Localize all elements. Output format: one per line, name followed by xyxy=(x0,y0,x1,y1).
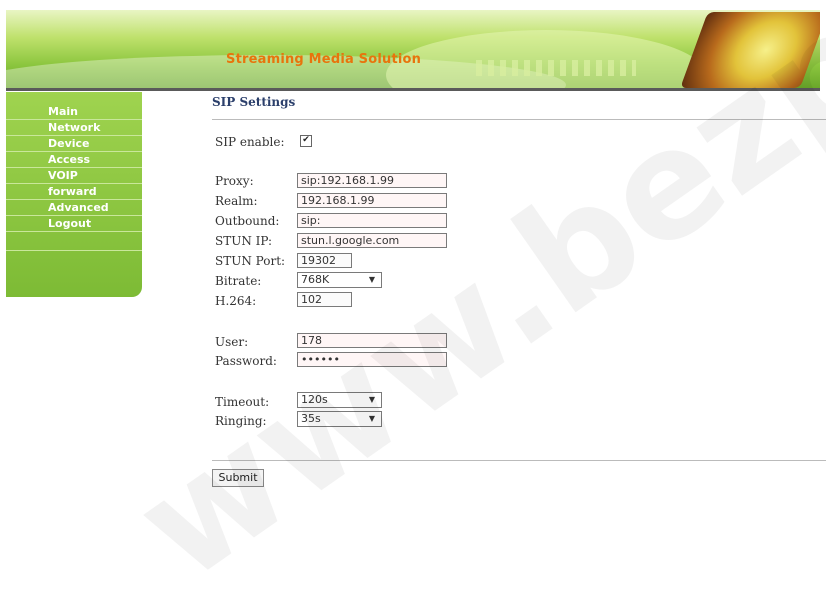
sidebar-item-forward[interactable]: forward xyxy=(6,184,142,200)
header-banner: Streaming Media Solution xyxy=(6,10,820,91)
divider xyxy=(212,460,826,461)
chevron-down-icon: ▼ xyxy=(368,414,375,423)
bitrate-label: Bitrate: xyxy=(215,274,262,288)
h264-label: H.264: xyxy=(215,294,257,308)
timeout-select-value: 120s xyxy=(301,393,328,406)
stun-ip-input[interactable]: stun.l.google.com xyxy=(297,233,447,248)
h264-input[interactable]: 102 xyxy=(297,292,352,307)
bitrate-select[interactable]: 768K ▼ xyxy=(297,272,382,288)
outbound-label: Outbound: xyxy=(215,214,280,228)
sidebar-nav: Main Network Device Access VOIP forward … xyxy=(6,92,142,297)
proxy-input[interactable]: sip:192.168.1.99 xyxy=(297,173,447,188)
sidebar-divider xyxy=(6,232,142,251)
chevron-down-icon: ▼ xyxy=(368,395,375,404)
stun-port-label: STUN Port: xyxy=(215,254,286,268)
sidebar-item-main[interactable]: Main xyxy=(6,104,142,120)
timeout-label: Timeout: xyxy=(215,395,270,409)
sidebar-item-advanced[interactable]: Advanced xyxy=(6,200,142,216)
sidebar-item-voip[interactable]: VOIP xyxy=(6,168,142,184)
divider xyxy=(212,119,826,120)
ringing-select-value: 35s xyxy=(301,412,321,425)
banner-dots-decoration xyxy=(476,60,636,76)
chevron-down-icon: ▼ xyxy=(368,275,375,284)
realm-label: Realm: xyxy=(215,194,258,208)
outbound-input[interactable]: sip: xyxy=(297,213,447,228)
ringing-select[interactable]: 35s ▼ xyxy=(297,411,382,427)
stun-port-input[interactable]: 19302 xyxy=(297,253,352,268)
stun-ip-label: STUN IP: xyxy=(215,234,273,248)
banner-logo-graphic xyxy=(680,12,820,88)
user-input[interactable]: 178 xyxy=(297,333,447,348)
sip-enable-checkbox[interactable]: ✔ xyxy=(300,135,312,147)
proxy-label: Proxy: xyxy=(215,174,254,188)
banner-title: Streaming Media Solution xyxy=(226,52,422,67)
realm-input[interactable]: 192.168.1.99 xyxy=(297,193,447,208)
timeout-select[interactable]: 120s ▼ xyxy=(297,392,382,408)
sip-enable-label: SIP enable: xyxy=(215,135,285,149)
sidebar-item-network[interactable]: Network xyxy=(6,120,142,136)
sidebar-item-device[interactable]: Device xyxy=(6,136,142,152)
bitrate-select-value: 768K xyxy=(301,273,330,286)
ringing-label: Ringing: xyxy=(215,414,267,428)
password-label: Password: xyxy=(215,354,277,368)
sidebar-item-logout[interactable]: Logout xyxy=(6,216,142,232)
sidebar-item-access[interactable]: Access xyxy=(6,152,142,168)
submit-button[interactable]: Submit xyxy=(212,469,264,487)
password-input[interactable]: •••••• xyxy=(297,352,447,367)
page-title: SIP Settings xyxy=(212,95,296,109)
user-label: User: xyxy=(215,335,249,349)
